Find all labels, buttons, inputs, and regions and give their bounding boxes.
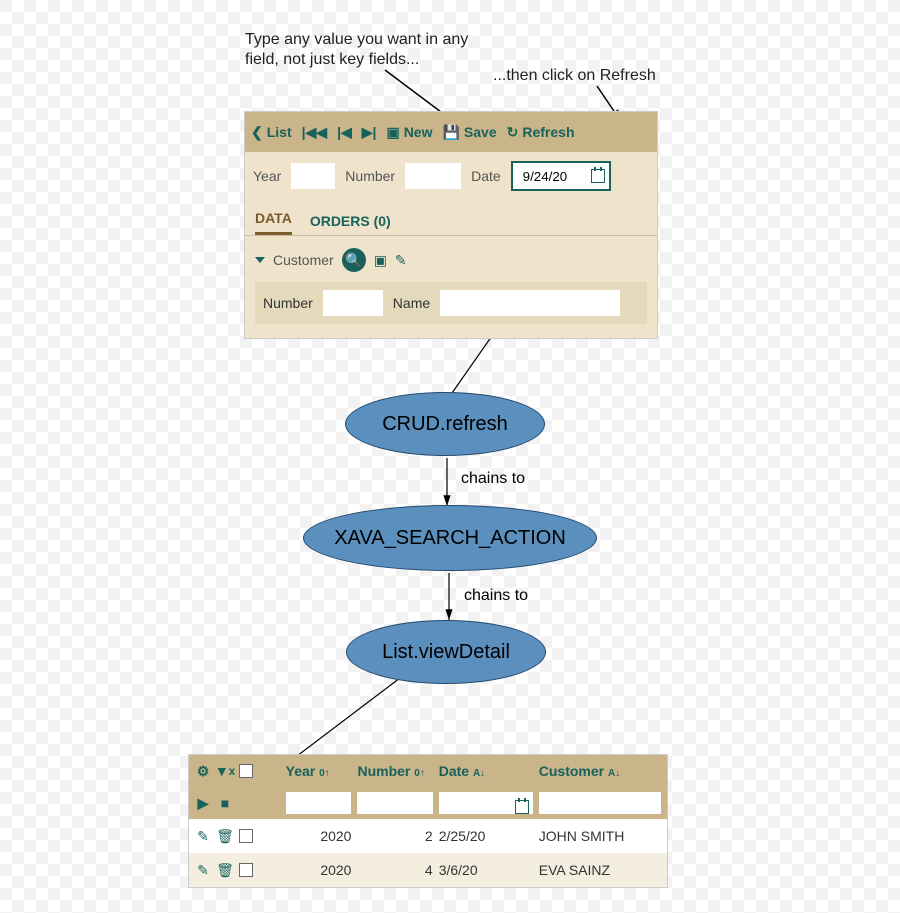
edge-label-2: chains to [464, 587, 528, 605]
delete-row-icon[interactable]: 🗑 [217, 828, 233, 844]
customer-number-label: Number [263, 295, 313, 311]
customer-section: Customer 🔍 ▣ ✎ Number Name [245, 236, 657, 338]
row-checkbox[interactable] [239, 863, 253, 877]
refresh-button-label: Refresh [522, 124, 574, 140]
refresh-button[interactable]: ↻ Refresh [507, 124, 575, 141]
flow-node-list-viewdetail: List.viewDetail [346, 620, 546, 684]
customer-fields: Number Name [255, 282, 647, 324]
first-record-icon[interactable]: |◀◀ [302, 124, 327, 141]
sort-icon: A↓ [608, 768, 620, 779]
date-field[interactable] [511, 161, 611, 191]
prev-record-icon[interactable]: |◀ [337, 124, 352, 141]
cell-customer: EVA SAINZ [539, 862, 661, 878]
tabs-bar: DATA ORDERS (0) [245, 200, 657, 236]
edit-row-icon[interactable]: ✎ [195, 828, 211, 844]
list-panel: ⚙ ▼x Year 0↑ Number 0↑ Date A↓ Customer … [188, 754, 668, 888]
save-button-label: Save [464, 124, 497, 140]
cell-customer: JOHN SMITH [539, 828, 661, 844]
date-label: Date [471, 168, 501, 184]
number-label: Number [345, 168, 395, 184]
list-header: ⚙ ▼x Year 0↑ Number 0↑ Date A↓ Customer … [189, 755, 667, 819]
cell-year: 2020 [286, 862, 352, 878]
list-button-label: List [267, 124, 292, 140]
primary-fields-row: Year Number Date [245, 152, 657, 200]
row-checkbox[interactable] [239, 829, 253, 843]
calendar-icon[interactable] [515, 800, 529, 814]
play-filter-icon[interactable]: ▶ [195, 795, 211, 811]
save-icon: 💾 [442, 124, 459, 141]
col-header-date[interactable]: Date A↓ [439, 763, 533, 779]
list-button[interactable]: ❮ List [251, 124, 292, 141]
customer-title: Customer [273, 252, 334, 268]
search-icon: 🔍 [345, 252, 362, 269]
new-button-label: New [404, 124, 433, 140]
calendar-icon[interactable] [591, 169, 605, 183]
filter-customer-input[interactable] [539, 792, 661, 814]
number-input[interactable] [405, 163, 461, 189]
customer-name-label: Name [393, 295, 430, 311]
chevron-down-icon[interactable] [255, 257, 265, 263]
flow-node-crud-refresh: CRUD.refresh [345, 392, 545, 456]
sort-icon: 0↑ [414, 768, 425, 779]
table-row: ✎ 🗑 2020 2 2/25/20 JOHN SMITH [189, 819, 667, 853]
sort-icon: 0↑ [319, 768, 330, 779]
year-label: Year [253, 168, 281, 184]
cell-date: 2/25/20 [439, 828, 533, 844]
col-header-year[interactable]: Year 0↑ [286, 763, 352, 779]
list-body: ✎ 🗑 2020 2 2/25/20 JOHN SMITH ✎ 🗑 2020 4… [189, 819, 667, 887]
next-record-icon[interactable]: ▶| [362, 124, 377, 141]
customer-number-input[interactable] [323, 290, 383, 316]
callout-text-2: ...then click on Refresh [493, 66, 656, 86]
select-all-checkbox[interactable] [239, 764, 253, 778]
sort-icon: A↓ [473, 768, 485, 779]
new-button[interactable]: ▣ New [386, 124, 432, 141]
callout-text-1: Type any value you want in any field, no… [245, 30, 468, 70]
detail-form-panel: ❮ List |◀◀ |◀ ▶| ▣ New 💾 Save ↻ Refresh … [244, 111, 658, 339]
cell-number: 2 [357, 828, 432, 844]
customer-name-input[interactable] [440, 290, 620, 316]
gear-icon[interactable]: ⚙ [195, 763, 211, 779]
year-input[interactable] [291, 163, 335, 189]
flow-node-xava-search-action: XAVA_SEARCH_ACTION [303, 505, 597, 571]
col-header-customer[interactable]: Customer A↓ [539, 763, 661, 779]
cell-year: 2020 [286, 828, 352, 844]
new-icon: ▣ [386, 124, 399, 141]
detail-toolbar: ❮ List |◀◀ |◀ ▶| ▣ New 💾 Save ↻ Refresh [245, 112, 657, 152]
tab-data[interactable]: DATA [255, 202, 292, 235]
add-customer-icon[interactable]: ▣ [374, 252, 387, 269]
search-customer-button[interactable]: 🔍 [342, 248, 366, 272]
tab-orders[interactable]: ORDERS (0) [310, 205, 391, 235]
edit-row-icon[interactable]: ✎ [195, 862, 211, 878]
customer-header: Customer 🔍 ▣ ✎ [255, 248, 647, 272]
cell-date: 3/6/20 [439, 862, 533, 878]
eraser-icon[interactable]: ■ [217, 795, 233, 811]
edge-label-1: chains to [461, 470, 525, 488]
filter-year-input[interactable] [286, 792, 352, 814]
chevron-left-icon: ❮ [251, 124, 263, 141]
refresh-icon: ↻ [507, 124, 519, 141]
date-input[interactable] [517, 164, 587, 188]
save-button[interactable]: 💾 Save [442, 124, 496, 141]
table-row: ✎ 🗑 2020 4 3/6/20 EVA SAINZ [189, 853, 667, 887]
filter-number-input[interactable] [357, 792, 432, 814]
delete-row-icon[interactable]: 🗑 [217, 862, 233, 878]
edit-customer-icon[interactable]: ✎ [395, 252, 407, 269]
filter-clear-icon[interactable]: ▼x [217, 763, 233, 779]
cell-number: 4 [357, 862, 432, 878]
col-header-number[interactable]: Number 0↑ [357, 763, 432, 779]
